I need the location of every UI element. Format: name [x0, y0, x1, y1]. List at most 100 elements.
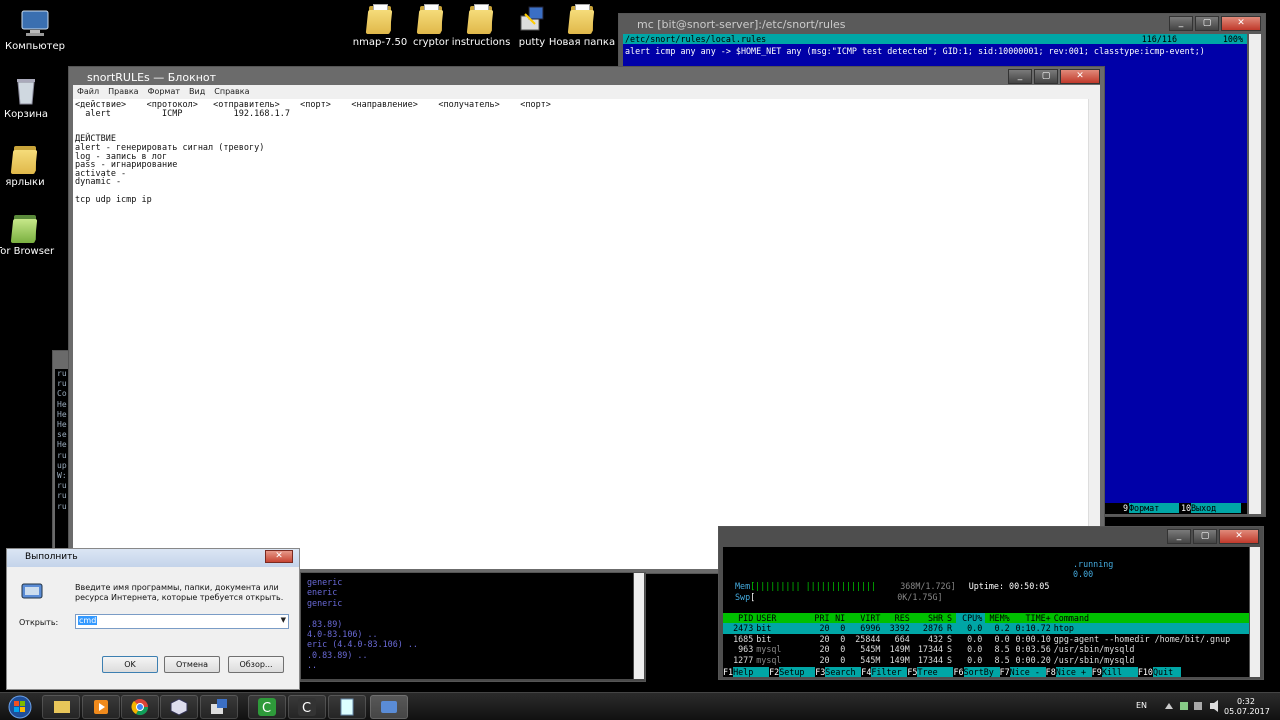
close-button[interactable]: ✕	[1060, 69, 1100, 84]
bottom-terminal-line: generic	[307, 577, 343, 587]
cancel-button[interactable]: Отмена	[164, 656, 220, 673]
htop-cell: bit	[756, 633, 772, 644]
run-dialog-title: Выполнить	[7, 549, 299, 567]
notepad-scrollbar[interactable]	[1088, 99, 1100, 569]
htop-cell: /usr/sbin/mysqld	[1053, 654, 1135, 665]
htop-cell: 6996	[860, 623, 881, 634]
open-combobox[interactable]: cmd ▼	[75, 614, 289, 629]
minimize-button[interactable]: _	[1008, 69, 1032, 84]
taskbar-notepad[interactable]	[328, 695, 366, 719]
taskbar-camtasia-1[interactable]: C	[248, 695, 286, 719]
chevron-down-icon[interactable]: ▼	[281, 616, 286, 624]
notepad-window[interactable]: snortRULEs — Блокнот _ ▢ ✕ Файл Правка Ф…	[68, 66, 1105, 574]
htop-cell: 0	[840, 633, 846, 644]
htop-cell: 149M	[889, 654, 910, 665]
htop-cell: S	[946, 633, 953, 644]
mc-scrollbar[interactable]	[1249, 34, 1261, 514]
htop-fkey-num: F3	[815, 667, 826, 677]
ok-button[interactable]: OK	[102, 656, 158, 673]
htop-fkey-nice[interactable]: Nice +	[1055, 667, 1092, 677]
htop-fkey-tree[interactable]: Tree	[917, 667, 954, 677]
notepad-menubar: Файл Правка Формат Вид Справка	[73, 85, 1100, 99]
menu-help[interactable]: Справка	[214, 87, 249, 97]
htop-cell: CPU%	[955, 613, 986, 624]
notepad-window-controls: _ ▢ ✕	[1008, 69, 1100, 84]
htop-cell: 8.5	[994, 654, 1010, 665]
taskbar-chrome[interactable]	[121, 695, 159, 719]
bottom-terminal-line: generic	[307, 597, 343, 608]
browse-button[interactable]: Обзор...	[228, 656, 284, 673]
tor-folder-icon	[10, 213, 38, 243]
bottom-terminal-line: .0.83.89) ..	[307, 649, 368, 660]
htop-scrollbar[interactable]	[1250, 547, 1260, 677]
maximize-button[interactable]: ▢	[1193, 529, 1217, 544]
htop-cell: VIRT	[860, 613, 881, 623]
run-dialog[interactable]: Выполнить ✕ Введите имя программы, папки…	[6, 548, 300, 690]
htop-cell: mysql	[756, 644, 782, 655]
taskbar-run[interactable]	[370, 695, 408, 719]
notepad-line: alert ICMP 192.168.1.7	[75, 108, 290, 119]
maximize-button[interactable]: ▢	[1034, 69, 1058, 84]
taskbar-camtasia-2[interactable]: C	[288, 695, 326, 719]
bottom-terminal-window[interactable]: generic eneric generic .83.89) 4.0-83.106) …	[300, 572, 646, 682]
minimize-button[interactable]: _	[1167, 529, 1191, 544]
fkey-10-exit[interactable]: Выход	[1191, 503, 1241, 513]
htop-fkey-search[interactable]: Search	[825, 667, 862, 677]
htop-fkey-help[interactable]: Help	[733, 667, 770, 677]
new-folder[interactable]: Новая папка	[547, 4, 617, 48]
htop-load: 0.00	[1073, 569, 1094, 579]
close-button[interactable]: ✕	[265, 550, 293, 563]
taskbar-media-player[interactable]	[82, 695, 120, 719]
close-button[interactable]: ✕	[1221, 16, 1261, 31]
htop-window[interactable]: _ ▢ ✕ .running 0.00 Mem[||||||||| ||||||…	[718, 526, 1264, 680]
menu-edit[interactable]: Правка	[108, 87, 138, 97]
bottom-terminal-content: generic eneric generic .83.89) 4.0-83.106) …	[301, 573, 633, 679]
open-input-value[interactable]: cmd	[78, 616, 98, 625]
notepad-icon	[340, 698, 354, 716]
maximize-button[interactable]: ▢	[1195, 16, 1219, 31]
tor-browser-shortcut[interactable]: Tor Browser	[0, 213, 60, 257]
htop-fkey-quit[interactable]: Quit	[1152, 667, 1181, 677]
putty-icon	[211, 699, 227, 714]
htop-fkey-sortby[interactable]: SortBy	[963, 667, 1000, 677]
htop-fkey-kill[interactable]: Kill	[1101, 667, 1138, 677]
menu-format[interactable]: Формат	[148, 87, 180, 97]
taskbar-putty[interactable]	[200, 695, 238, 719]
menu-view[interactable]: Вид	[189, 87, 205, 97]
htop-cell: 0:00.10	[1015, 633, 1051, 644]
recycle-bin-shortcut[interactable]: Корзина	[0, 76, 61, 120]
htop-fkey-filter[interactable]: Filter	[871, 667, 908, 677]
notepad-text-area[interactable]: <действие> <протокол> <отправитель> <пор…	[73, 99, 1088, 569]
clock[interactable]: 0:32 05.07.2017	[1224, 697, 1270, 717]
bottom-terminal-scrollbar[interactable]	[634, 573, 644, 679]
computer-shortcut[interactable]: Компьютер	[0, 8, 70, 52]
folder-icon	[365, 4, 393, 34]
mem-bar: [||||||||| ||||||||||||||	[750, 581, 877, 591]
start-button[interactable]	[4, 695, 36, 719]
htop-fkey-setup[interactable]: Setup	[779, 667, 816, 677]
htop-cell: 0.2	[994, 623, 1010, 634]
close-button[interactable]: ✕	[1219, 529, 1259, 544]
shortcuts-folder[interactable]: ярлыки	[0, 144, 60, 188]
taskbar-explorer[interactable]	[42, 695, 80, 719]
menu-file[interactable]: Файл	[77, 87, 99, 97]
htop-fkey-nice[interactable]: Nice -	[1009, 667, 1046, 677]
mc-rule-line: alert icmp any any -> $HOME_NET any (msg…	[625, 46, 1205, 56]
minimize-button[interactable]: _	[1169, 16, 1193, 31]
fkey-9-format[interactable]: Формат	[1129, 503, 1179, 513]
htop-process-row[interactable]: 2473 bit 20 0 6996 3392 2876 R 0.0 0.2 0:10.72 htop	[723, 623, 1249, 634]
htop-cell: S	[946, 654, 953, 665]
mc-path: /etc/snort/rules/local.rules	[625, 34, 767, 44]
htop-header: PID USER PRI NI VIRT RES SHR S CPU% MEM% TIME+ Comm…	[723, 613, 1249, 624]
htop-process-row[interactable]: 1277 mysql 20 0 545M 149M 17344 S 0.0 8.5 0:00.20/…	[723, 655, 1249, 665]
htop-cell: 0	[840, 623, 846, 634]
htop-cell: 664	[894, 633, 910, 644]
htop-process-row[interactable]: 963 mysql 20 0 545M 149M 17344 S 0.0 8.5 0:03.56/u…	[723, 644, 1249, 654]
htop-cell: 20	[819, 644, 830, 655]
language-indicator[interactable]: EN	[1136, 701, 1147, 710]
taskbar: C C EN 0:32 05.07.2017	[0, 692, 1280, 720]
taskbar-virtualbox[interactable]	[160, 695, 198, 719]
htop-process-row[interactable]: 1685 bit 20 0 25844 664 432 S 0.0 0.0 0:00.10 gpg-a…	[723, 634, 1249, 644]
bottom-terminal-line: ..	[307, 660, 318, 671]
notepad-line: pass - игнарирование	[75, 160, 178, 171]
